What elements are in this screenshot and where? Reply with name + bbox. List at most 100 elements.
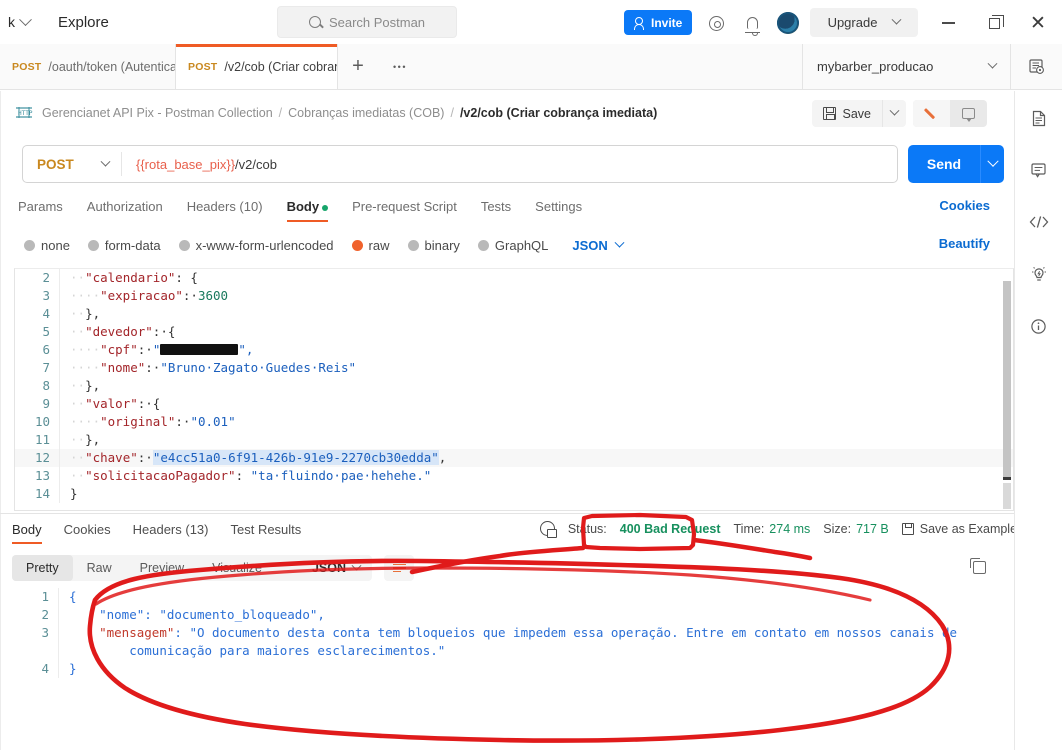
explore-link[interactable]: Explore: [58, 14, 109, 31]
request-body-editor[interactable]: 2 ··"calendario": {3 ····"expiracao":·3600…: [14, 268, 1014, 511]
minimize-button[interactable]: [935, 10, 961, 36]
tab-headers[interactable]: Headers (10): [187, 199, 263, 219]
code-token: : {: [175, 270, 198, 285]
settings-gear-button[interactable]: [703, 10, 729, 36]
breadcrumb-collection[interactable]: Gerencianet API Pix - Postman Collection: [42, 106, 273, 120]
chevron-down-icon: [987, 58, 998, 69]
notifications-button[interactable]: [739, 10, 765, 36]
wrap-lines-button[interactable]: [384, 555, 414, 581]
url-variable: {{rota_base_pix}}: [136, 156, 236, 172]
body-type-urlencoded[interactable]: x-www-form-urlencoded: [178, 238, 334, 253]
maximize-button[interactable]: [981, 10, 1007, 36]
body-type-graphql[interactable]: GraphQL: [477, 237, 549, 253]
body-format-value: JSON: [572, 237, 608, 253]
tab-tests[interactable]: Tests: [481, 199, 511, 219]
edit-button[interactable]: [913, 100, 950, 127]
chevron-down-icon: [986, 155, 999, 167]
beautify-button[interactable]: Beautify: [939, 236, 990, 251]
new-tab-button[interactable]: +: [338, 44, 378, 89]
search-icon: [308, 16, 321, 28]
cookies-link[interactable]: Cookies: [939, 198, 990, 213]
response-tab-cookies[interactable]: Cookies: [64, 522, 111, 542]
search-input[interactable]: Search Postman: [277, 6, 457, 38]
request-tab-v2-cob[interactable]: POST /v2/cob (Criar cobran: [176, 44, 338, 89]
code-token: ··: [70, 306, 86, 321]
lightbulb-button[interactable]: [1024, 259, 1054, 289]
info-button[interactable]: [1024, 311, 1054, 341]
documentation-button[interactable]: [1024, 103, 1054, 133]
scrollbar-thumb[interactable]: [1003, 281, 1011, 477]
workspace-menu[interactable]: k: [2, 10, 36, 34]
scrollbar-thumb-lower[interactable]: [1003, 483, 1011, 509]
response-tab-test-results[interactable]: Test Results: [230, 522, 301, 542]
line-number: 6: [42, 342, 50, 357]
url-input[interactable]: {{rota_base_pix}}/v2/cob: [122, 157, 277, 172]
save-as-example-button[interactable]: Save as Example: [920, 522, 1017, 536]
radio-icon: [407, 239, 419, 251]
code-text: ··"devedor":·{: [60, 323, 175, 341]
code-text: ··},: [60, 431, 100, 449]
tab-authorization[interactable]: Authorization: [87, 199, 163, 219]
body-type-form-data[interactable]: form-data: [87, 238, 161, 253]
http-method-selector[interactable]: POST: [23, 156, 121, 172]
response-language-selector[interactable]: JSON: [300, 555, 372, 581]
code-token: {: [69, 589, 77, 604]
send-options-button[interactable]: [980, 145, 1004, 183]
code-token: ··: [70, 396, 86, 411]
account-avatar-button[interactable]: [775, 10, 801, 36]
tab-body[interactable]: Body: [286, 199, 329, 222]
code-token: ··: [70, 432, 86, 447]
response-tab-body[interactable]: Body: [12, 522, 42, 544]
line-number: 11: [34, 432, 50, 447]
comments-button[interactable]: [1024, 155, 1054, 185]
breadcrumb-folder[interactable]: Cobranças imediatas (COB): [288, 106, 444, 120]
code-token: "original": [100, 414, 176, 429]
body-type-binary[interactable]: binary: [407, 238, 460, 253]
invite-button[interactable]: Invite: [624, 10, 693, 35]
tab-params[interactable]: Params: [18, 199, 63, 219]
size-label: Size:: [823, 521, 852, 536]
request-tab-oauth-token[interactable]: POST /oauth/token (Autentica: [0, 44, 176, 89]
response-mode-preview[interactable]: Preview: [126, 555, 198, 581]
tab-pre-request-script[interactable]: Pre-request Script: [352, 199, 457, 219]
environment-selector[interactable]: mybarber_producao: [802, 44, 1010, 89]
response-status-bar: Status: 400 Bad Request Time: 274 ms Siz…: [539, 521, 1044, 538]
request-editor-scrollbar[interactable]: [1003, 273, 1011, 509]
code-token: ··: [70, 378, 86, 393]
code-text: ··"solicitacaoPagador": "ta·fluindo·pae·…: [60, 467, 431, 485]
tab-more-options-button[interactable]: •••: [378, 44, 422, 89]
body-type-raw[interactable]: raw: [351, 238, 390, 253]
response-mode-pretty[interactable]: Pretty: [12, 555, 73, 581]
network-secure-icon[interactable]: [539, 521, 557, 538]
response-language-value: JSON: [311, 561, 347, 575]
code-token: ··: [70, 324, 86, 339]
line-number: 12: [34, 450, 50, 465]
http-method-value: POST: [37, 156, 74, 172]
copy-response-button[interactable]: [970, 558, 986, 574]
response-mode-visualize[interactable]: Visualize: [198, 555, 276, 581]
status-badge: 400 Bad Request: [619, 521, 721, 536]
environment-quick-look-button[interactable]: [1010, 44, 1062, 89]
comment-button[interactable]: [950, 100, 987, 127]
save-button[interactable]: Save: [811, 100, 882, 127]
save-options-button[interactable]: [882, 100, 906, 127]
tab-settings[interactable]: Settings: [535, 199, 582, 219]
body-type-none[interactable]: none: [24, 238, 70, 253]
code-snippet-button[interactable]: [1024, 207, 1054, 237]
upgrade-button[interactable]: Upgrade: [810, 8, 918, 37]
response-tab-headers[interactable]: Headers (13): [133, 522, 209, 542]
code-token: :·{: [152, 324, 176, 339]
response-mode-raw[interactable]: Raw: [73, 555, 126, 581]
environment-name: mybarber_producao: [817, 59, 934, 74]
line-number: 2: [41, 607, 49, 622]
tab-title: /v2/cob (Criar cobran: [224, 59, 338, 74]
body-type-label: GraphQL: [494, 237, 549, 253]
code-line: 2 "nome": "documento_bloqueado",: [12, 606, 1014, 624]
code-token: comunicação para maiores esclarecimentos…: [129, 643, 446, 658]
response-body-viewer[interactable]: 1{2 "nome": "documento_bloqueado", 3 "men…: [12, 588, 1014, 706]
comment-icon: [962, 108, 975, 122]
send-button[interactable]: Send: [908, 145, 980, 183]
close-button[interactable]: ✕: [1025, 10, 1051, 36]
body-format-selector[interactable]: JSON: [572, 237, 625, 253]
